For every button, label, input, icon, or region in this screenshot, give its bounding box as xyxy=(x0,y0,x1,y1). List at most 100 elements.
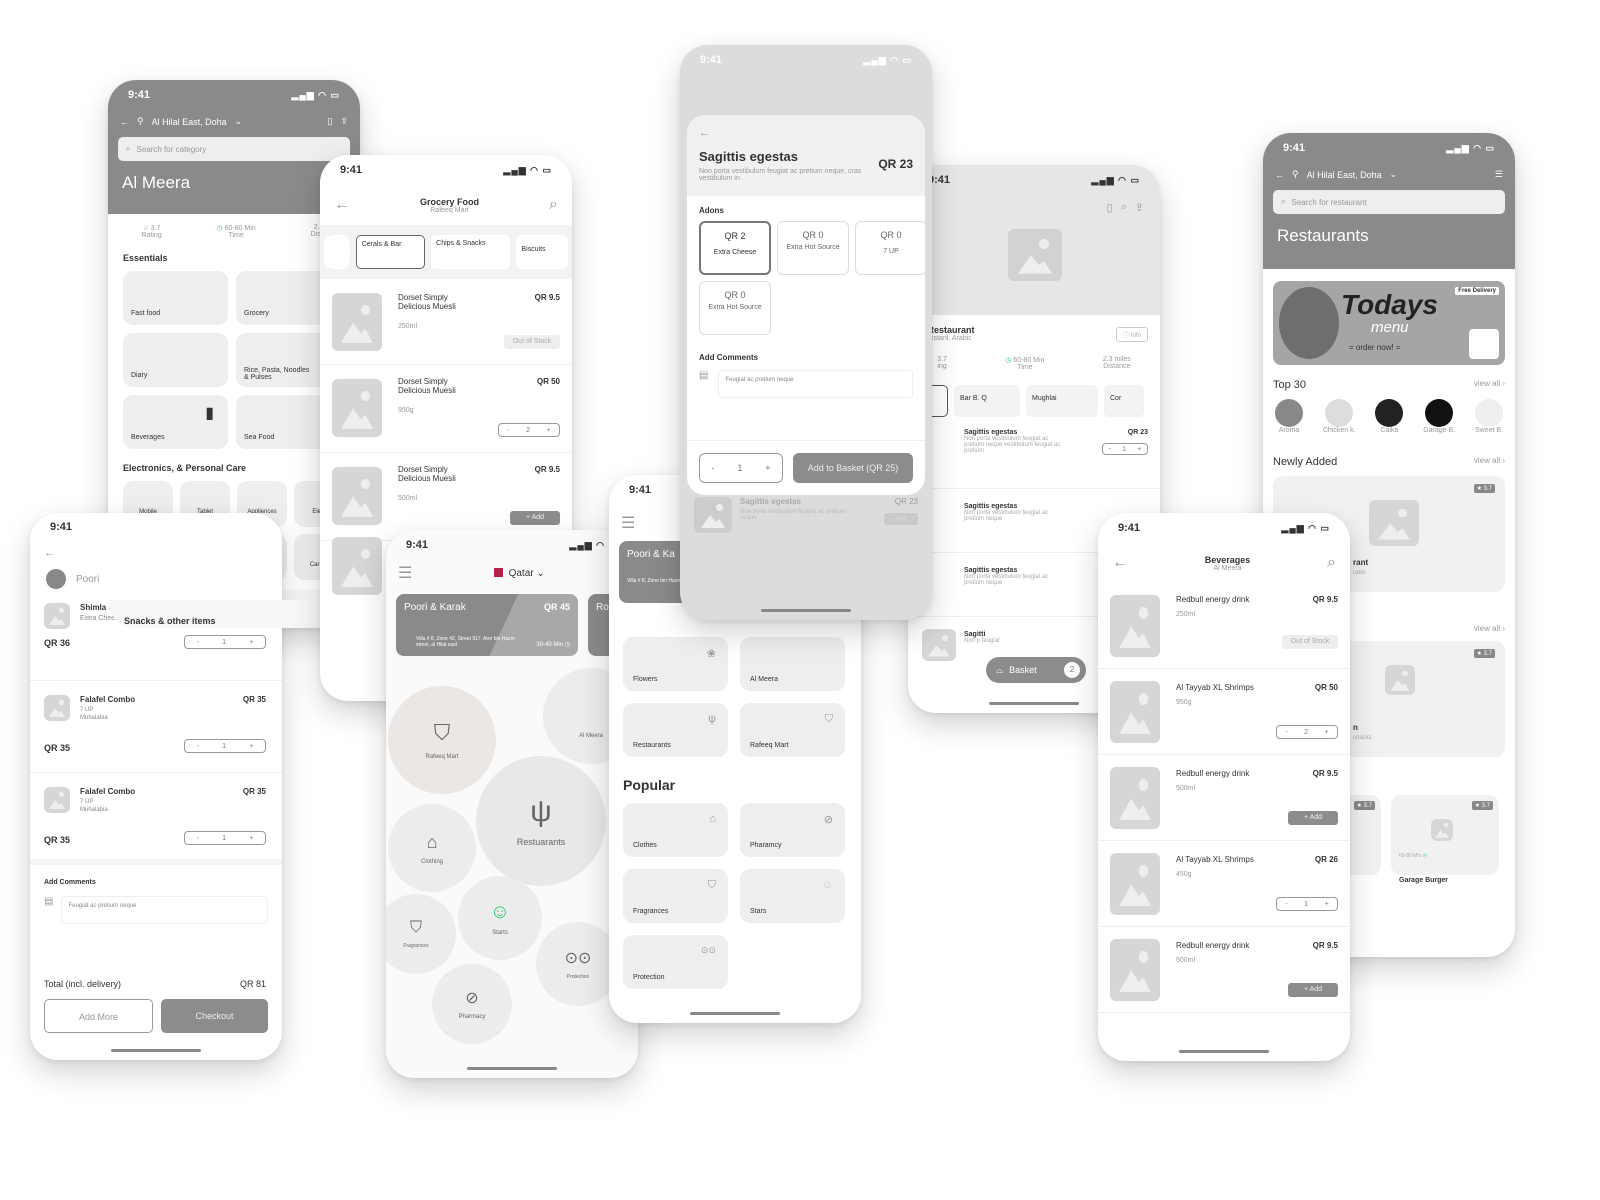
category-tile-al-meera[interactable]: Al Meera xyxy=(740,637,845,691)
home-indicator xyxy=(111,1049,201,1052)
restaurant-card[interactable]: ★ 3.7 60-80 Min ◷ xyxy=(1391,795,1499,875)
filter-icon[interactable]: ☰ xyxy=(1495,169,1503,180)
chip[interactable]: Cor xyxy=(1104,385,1144,417)
category-tile[interactable]: Fast food xyxy=(123,271,228,325)
quantity-stepper[interactable]: -2 + xyxy=(498,423,560,437)
product-image xyxy=(44,695,70,721)
popular-tile-clothes[interactable]: ⌂ Clothes xyxy=(623,803,728,857)
back-arrow-icon[interactable]: ← xyxy=(30,541,282,565)
popular-tile-stars[interactable]: ☺ Stars xyxy=(740,869,845,923)
location-pin-icon: ⚲ xyxy=(1292,169,1299,179)
order-card[interactable]: Poori & Karak QR 45 Villa # 8, Zone 42, … xyxy=(396,594,578,656)
top-restaurant[interactable]: Caika xyxy=(1375,399,1404,434)
bookmark-icon[interactable]: ▯ xyxy=(328,116,333,127)
add-to-basket-button[interactable]: Add to Basket (QR 25) xyxy=(793,453,913,483)
search-input[interactable]: ⌕ Search for restaurant xyxy=(1273,190,1505,214)
free-delivery-badge: Free Delivery xyxy=(1455,287,1499,295)
top-restaurant[interactable]: Chicken k. xyxy=(1323,399,1356,434)
share-icon[interactable]: ⇪ xyxy=(340,116,348,127)
addon-option[interactable]: QR 0 Extra Hot Source xyxy=(699,281,771,335)
addon-option[interactable]: QR 07 UP xyxy=(855,221,925,275)
country-selector[interactable]: Qatar ⌄ xyxy=(412,568,626,579)
chip[interactable]: Bar B. Q xyxy=(954,385,1020,417)
quantity-stepper[interactable]: -1 + xyxy=(184,831,266,845)
quantity-stepper[interactable]: -2 + xyxy=(1276,725,1338,739)
bubble-starts[interactable]: ☺ Starts xyxy=(458,876,542,960)
add-button[interactable]: + Add xyxy=(1288,983,1338,997)
search-icon[interactable]: ⌕ xyxy=(1327,554,1336,572)
basket-count-badge: 2 xyxy=(1064,662,1080,678)
chip[interactable]: Biscuits xyxy=(516,235,568,269)
view-all-link[interactable]: view all › xyxy=(1474,456,1505,468)
bubble-fragrances[interactable]: ⛉ Fragrances xyxy=(386,894,456,974)
phone-home-bubbles: 9:41 ▂▄▆ ◠ ▭ ☰ Qatar ⌄ Poori & Karak QR 4… xyxy=(386,530,638,1078)
top-restaurant[interactable]: Garage B. xyxy=(1423,399,1455,434)
bubble-rafeeq-mart[interactable]: ⛉ Rafeeq Mart xyxy=(388,686,496,794)
view-all-link[interactable]: view all xyxy=(1474,624,1500,633)
popular-tile-protection[interactable]: ⊙⊙ Protection xyxy=(623,935,728,989)
car-icon: ⊙⊙ xyxy=(564,950,592,967)
back-arrow-icon[interactable]: ← xyxy=(1112,554,1128,572)
quantity-stepper[interactable]: -1 + xyxy=(699,453,783,483)
back-arrow-icon[interactable]: ← xyxy=(120,117,129,127)
product-image xyxy=(332,467,382,525)
modal-sheet: ← Sagittis egestas QR 23 Non porta vesti… xyxy=(687,115,925,495)
search-icon: ⌕ xyxy=(126,144,131,153)
chip[interactable]: Mughlai xyxy=(1026,385,1098,417)
quantity-stepper[interactable]: -1 + xyxy=(184,739,266,753)
comment-input[interactable]: Feugiat ac pretium neque xyxy=(718,370,913,398)
bubble-clothing[interactable]: ⌂ Clothing xyxy=(388,804,476,892)
chip[interactable] xyxy=(324,235,350,269)
top-restaurant[interactable]: Aroma xyxy=(1275,399,1303,434)
popular-tile-fragrances[interactable]: ⛉ Fragrances xyxy=(623,869,728,923)
category-tile-restaurants[interactable]: ψ Restaurants xyxy=(623,703,728,757)
bubble-restaurants[interactable]: ψ Restuarants xyxy=(476,756,606,886)
popular-tile-pharmacy[interactable]: ⊘ Pharamcy xyxy=(740,803,845,857)
menu-icon[interactable]: ☰ xyxy=(398,563,412,583)
search-input[interactable]: ⌕ Search for category xyxy=(118,137,350,161)
location-label[interactable]: Al Hilal East, Doha xyxy=(152,117,227,127)
back-arrow-icon[interactable]: ← xyxy=(699,127,913,139)
product-row: Redbull energy drink 500ml QR 9.5 + Add xyxy=(1098,927,1350,1013)
addon-option[interactable]: QR 0 Extra Hot Source xyxy=(777,221,849,275)
top-restaurant[interactable]: Sweet B. xyxy=(1474,399,1503,434)
add-button[interactable]: + Add xyxy=(510,511,560,525)
addon-option-selected[interactable]: QR 2 Extra Cheese xyxy=(699,221,771,275)
category-tile-rafeeq-mart[interactable]: ⛉ Rafeeq Mart xyxy=(740,703,845,757)
product-row: Dorset Simply Delicious Muesli 950g QR 5… xyxy=(320,365,572,453)
share-icon[interactable]: ⇪ xyxy=(1135,201,1144,214)
quantity-stepper[interactable]: -1 + xyxy=(1102,443,1148,455)
chip-selected[interactable]: Cerals & Bar xyxy=(355,235,426,269)
category-tile-flowers[interactable]: ❀ Flowers xyxy=(623,637,728,691)
chip[interactable]: Chips & Snacks xyxy=(431,235,511,269)
section-title: Popular xyxy=(623,777,676,793)
product-image xyxy=(44,603,70,629)
pill-icon: ⊘ xyxy=(465,990,479,1007)
search-icon[interactable]: ⌕ xyxy=(549,196,558,214)
view-all-link[interactable]: view all › xyxy=(1474,379,1505,391)
checkout-button[interactable]: Checkout xyxy=(161,999,268,1033)
bookmark-icon[interactable]: ▯ xyxy=(1107,201,1113,214)
location-pin-icon: ⚲ xyxy=(137,116,144,126)
quantity-stepper[interactable]: -1 + xyxy=(1276,897,1338,911)
add-button[interactable]: + Add xyxy=(1288,811,1338,825)
info-button[interactable]: ⓘ Info xyxy=(1116,327,1148,342)
page-title: Beverages xyxy=(1204,554,1251,565)
promo-banner[interactable]: Todays menu = order now! = Free Delivery xyxy=(1273,281,1505,365)
search-icon[interactable]: ⌕ xyxy=(1121,201,1127,214)
chevron-down-icon[interactable]: ⌄ xyxy=(235,116,243,127)
category-tile[interactable]: Diary xyxy=(123,333,228,387)
star-user-icon: ☺ xyxy=(821,879,833,891)
bubble-protection[interactable]: ⊙⊙ Protection xyxy=(536,922,620,1006)
basket-button[interactable]: ⌓ Basket 2 xyxy=(986,657,1086,683)
add-more-button[interactable]: Add More xyxy=(44,999,153,1033)
quantity-stepper[interactable]: -1 + xyxy=(184,635,266,649)
comment-input[interactable]: Feugiat ac pretium neque xyxy=(61,896,268,924)
back-arrow-icon[interactable]: ← xyxy=(334,196,350,214)
bubble-pharmacy[interactable]: ⊘ Pharmacy xyxy=(432,964,512,1044)
comment-icon: ▤ xyxy=(44,896,54,907)
chevron-down-icon[interactable]: ⌄ xyxy=(1390,169,1398,180)
clock-icon: ◷ xyxy=(1005,357,1012,364)
category-tile[interactable]: ▮ Beverages xyxy=(123,395,228,449)
back-arrow-icon[interactable]: ← xyxy=(1275,170,1284,180)
